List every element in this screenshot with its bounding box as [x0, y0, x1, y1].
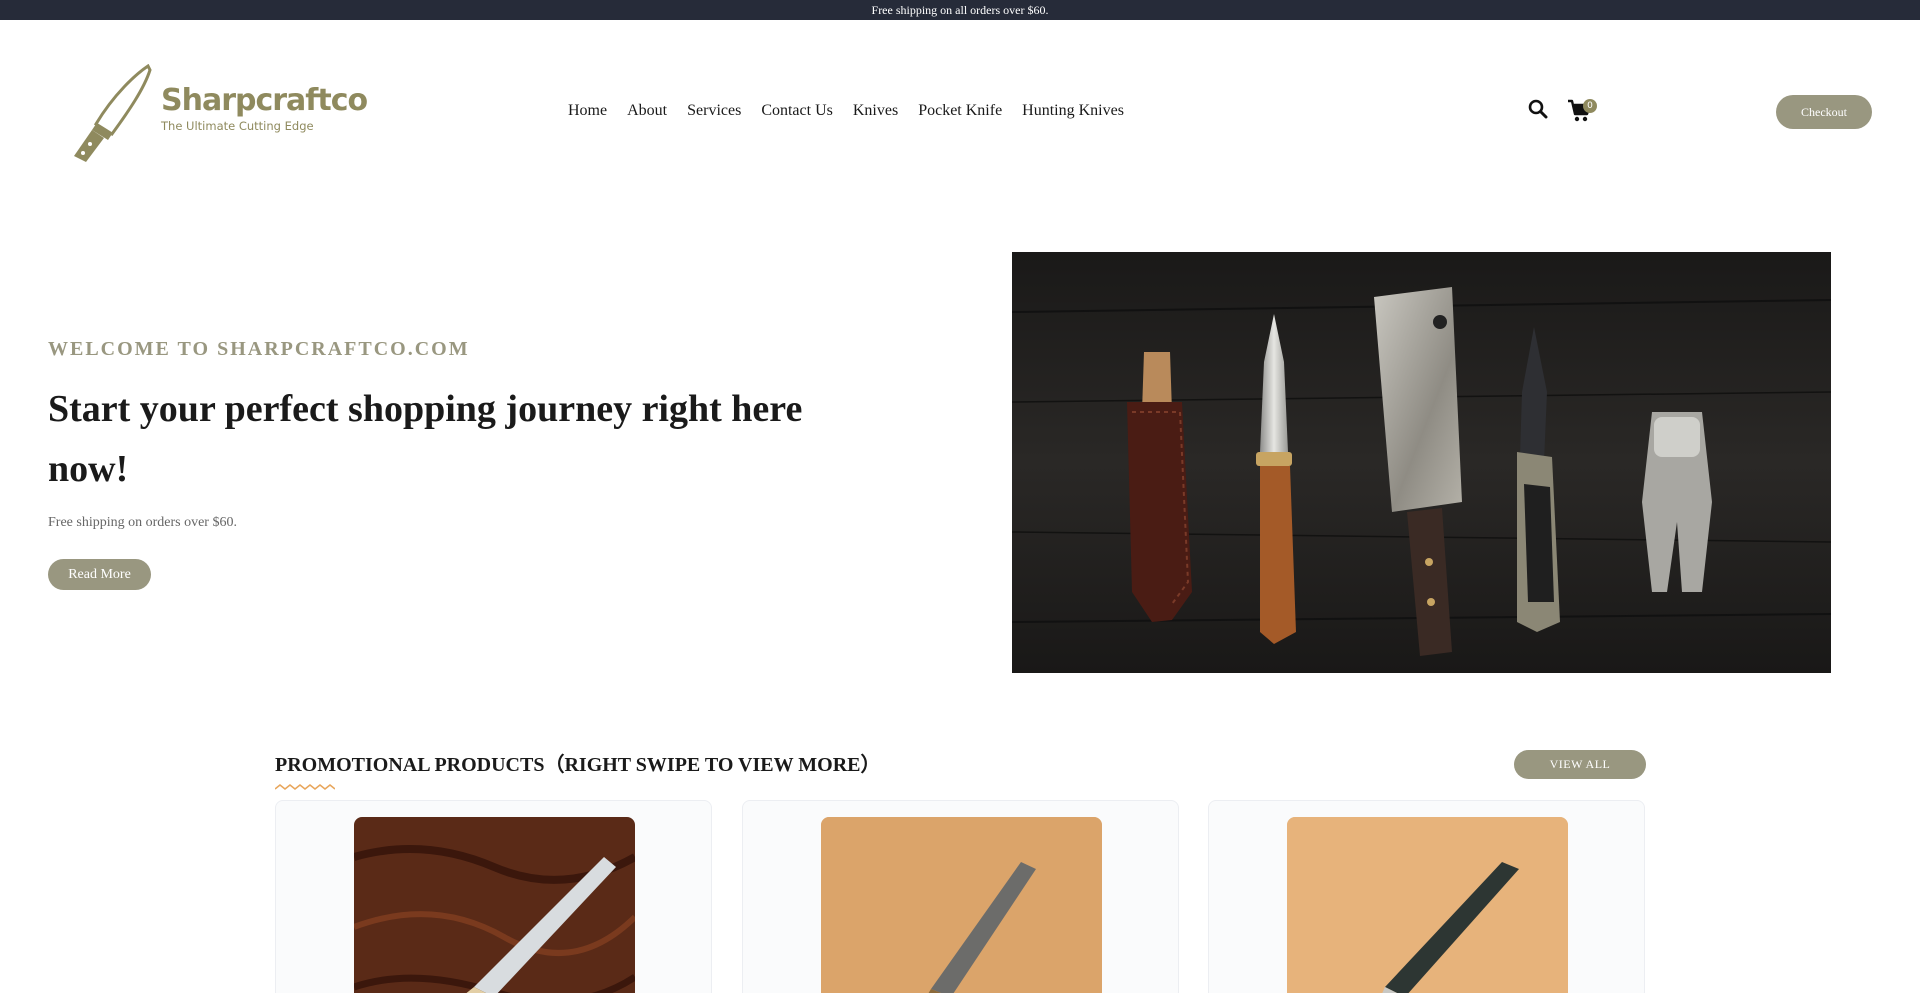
- main-nav: Home About Services Contact Us Knives Po…: [568, 100, 1144, 122]
- nav-contact-us[interactable]: Contact Us: [761, 100, 833, 122]
- hero-text: WELCOME TO SHARPCRAFTCO.COM Start your p…: [48, 338, 868, 590]
- checkout-button[interactable]: Checkout: [1776, 95, 1872, 129]
- view-all-button[interactable]: VIEW ALL: [1514, 750, 1646, 779]
- product-card[interactable]: [742, 800, 1179, 993]
- hero-subtitle: Free shipping on orders over $60.: [48, 515, 237, 530]
- read-more-button[interactable]: Read More: [48, 559, 151, 590]
- product-image[interactable]: [1287, 817, 1568, 993]
- product-image[interactable]: [354, 817, 635, 993]
- brand-name: Sharpcraftco: [161, 83, 368, 118]
- promo-section: PROMOTIONAL PRODUCTS（RIGHT SWIPE TO VIEW…: [274, 748, 1646, 796]
- wavy-underline-icon: [274, 784, 336, 790]
- nav-home[interactable]: Home: [568, 100, 607, 122]
- promo-title: PROMOTIONAL PRODUCTS（RIGHT SWIPE TO VIEW…: [275, 754, 881, 776]
- product-card[interactable]: [1208, 800, 1645, 993]
- brand-tagline: The Ultimate Cutting Edge: [161, 119, 314, 133]
- nav-pocket-knife[interactable]: Pocket Knife: [918, 100, 1002, 122]
- cart-count-badge: 0: [1583, 99, 1597, 113]
- hero-knives-image: [1012, 252, 1831, 673]
- product-image[interactable]: [821, 817, 1102, 993]
- brand-logo[interactable]: Sharpcraftco The Ultimate Cutting Edge: [66, 64, 368, 164]
- announcement-bar: Free shipping on all orders over $60.: [0, 0, 1920, 20]
- search-icon[interactable]: [1528, 99, 1548, 119]
- nav-knives[interactable]: Knives: [853, 100, 898, 122]
- nav-services[interactable]: Services: [687, 100, 741, 122]
- nav-about[interactable]: About: [627, 100, 667, 122]
- site-header: Sharpcraftco The Ultimate Cutting Edge H…: [0, 20, 1920, 180]
- knife-logo-icon: [74, 64, 152, 162]
- brand-text: Sharpcraftco The Ultimate Cutting Edge: [161, 83, 368, 134]
- hero-title: Start your perfect shopping journey righ…: [48, 388, 803, 490]
- nav-hunting-knives[interactable]: Hunting Knives: [1022, 100, 1124, 122]
- product-card[interactable]: [275, 800, 712, 993]
- hero-kicker: WELCOME TO SHARPCRAFTCO.COM: [48, 338, 470, 360]
- announcement-text: Free shipping on all orders over $60.: [871, 3, 1049, 17]
